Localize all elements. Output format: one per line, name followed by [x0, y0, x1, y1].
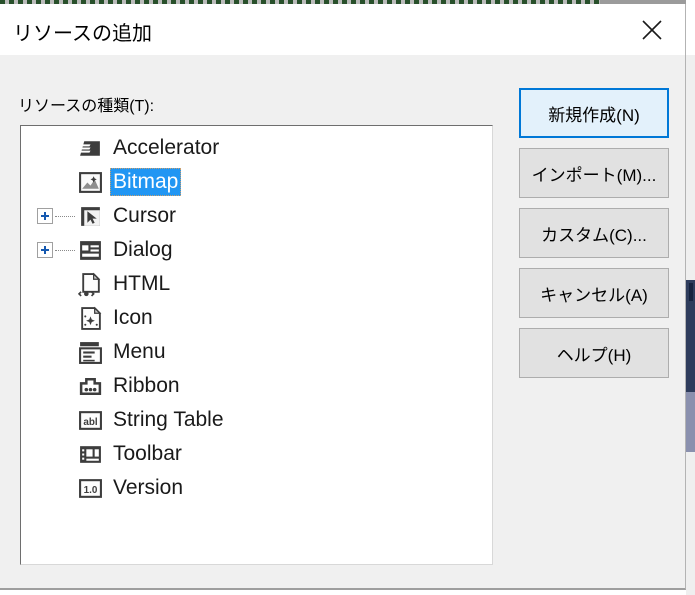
- bitmap-icon: [78, 170, 103, 195]
- resource-type-label: リソースの種類(T):: [18, 98, 155, 115]
- tree-item-toolbar[interactable]: Toolbar: [21, 437, 492, 471]
- background-right-gray-lower: [686, 452, 695, 595]
- tree-connector-line: [55, 250, 75, 252]
- button-label: 新規作成(N): [548, 105, 640, 125]
- menu-icon: [78, 340, 103, 365]
- tree-item-menu[interactable]: Menu: [21, 335, 492, 369]
- button-label: キャンセル(A): [540, 285, 648, 305]
- tree-item-ribbon[interactable]: Ribbon: [21, 369, 492, 403]
- tree-item-label: String Table: [113, 408, 224, 431]
- new-button[interactable]: 新規作成(N): [519, 88, 669, 138]
- tree-item-label: Dialog: [113, 238, 173, 261]
- close-icon: [639, 17, 665, 43]
- tree-item-label: Icon: [113, 306, 153, 329]
- tree-item-label: Version: [113, 476, 184, 499]
- help-button[interactable]: ヘルプ(H): [519, 328, 669, 378]
- tree-item-accelerator[interactable]: Accelerator: [21, 131, 492, 165]
- button-label: カスタム(C)...: [541, 225, 647, 245]
- dialog-icon: [78, 238, 103, 263]
- resource-tree: Accelerator Bitmap Cursor Dialog HTML Icon Men…: [21, 126, 492, 505]
- tree-item-dialog[interactable]: Dialog: [21, 233, 492, 267]
- tree-item-cursor[interactable]: Cursor: [21, 199, 492, 233]
- tree-item-label: Bitmap: [110, 168, 182, 196]
- toolbar-icon: [78, 442, 103, 467]
- close-button[interactable]: [625, 4, 679, 55]
- tree-item-icon[interactable]: Icon: [21, 301, 492, 335]
- cursor-icon: [78, 204, 103, 229]
- tree-item-label: Menu: [113, 340, 166, 363]
- cancel-button[interactable]: キャンセル(A): [519, 268, 669, 318]
- tree-item-label: Toolbar: [113, 442, 182, 465]
- html-icon: [78, 272, 103, 297]
- tree-item-label: Accelerator: [113, 136, 220, 159]
- tree-item-label: HTML: [113, 272, 171, 295]
- button-label: インポート(M)...: [531, 165, 657, 185]
- string-table-icon: [78, 408, 103, 433]
- dialog-title: リソースの追加: [13, 23, 152, 45]
- icon-icon: [78, 306, 103, 331]
- ribbon-icon: [78, 374, 103, 399]
- tree-item-html[interactable]: HTML: [21, 267, 492, 301]
- tree-item-bitmap[interactable]: Bitmap: [21, 165, 492, 199]
- expand-plus-icon[interactable]: [37, 242, 53, 258]
- background-right-navy-accent: [689, 283, 693, 301]
- accelerator-icon: [78, 136, 103, 161]
- add-resource-dialog: リソースの追加 リソースの種類(T): Accelerator Bitmap Cur…: [0, 4, 686, 590]
- import-button[interactable]: インポート(M)...: [519, 148, 669, 198]
- custom-button[interactable]: カスタム(C)...: [519, 208, 669, 258]
- tree-item-label: Cursor: [113, 204, 177, 227]
- dialog-titlebar: リソースの追加: [0, 4, 685, 55]
- expand-plus-icon[interactable]: [37, 208, 53, 224]
- background-right-lavender-panel: [686, 392, 695, 452]
- tree-connector-line: [55, 216, 75, 218]
- resource-type-listbox[interactable]: Accelerator Bitmap Cursor Dialog HTML Icon Men…: [20, 125, 493, 565]
- button-label: ヘルプ(H): [556, 345, 632, 365]
- version-icon: [78, 476, 103, 501]
- tree-item-string-table[interactable]: String Table: [21, 403, 492, 437]
- screen: リソースの追加 リソースの種類(T): Accelerator Bitmap Cur…: [0, 0, 695, 595]
- tree-item-version[interactable]: Version: [21, 471, 492, 505]
- tree-item-label: Ribbon: [113, 374, 180, 397]
- background-right-gray-upper: [686, 55, 695, 280]
- background-right-white: [686, 0, 695, 55]
